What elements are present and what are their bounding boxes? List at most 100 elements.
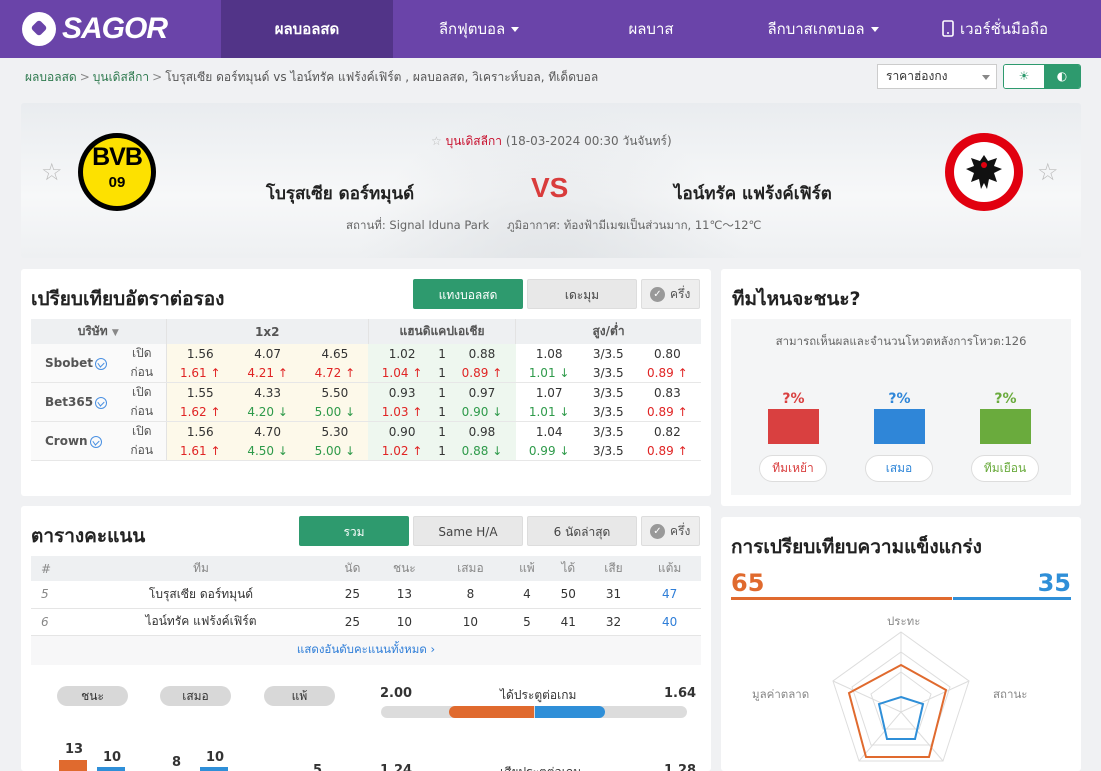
away-team-name[interactable]: ไอน์ทรัค แฟร้งค์เฟิร์ต [674,180,832,207]
tab-last-6[interactable]: 6 นัดล่าสุด [527,516,637,546]
odds-current-value[interactable]: 0.89 ↑ [448,363,516,383]
odds-current-value[interactable]: 4.72 ↑ [301,363,369,383]
odds-current-value[interactable]: 5.00 ↓ [301,441,369,461]
nav-live-scores[interactable]: ผลบอลสด [221,0,393,58]
odds-current-value[interactable]: 1.61 ↑ [166,363,235,383]
standings-cell[interactable]: ไอน์ทรัค แฟร้งค์เฟิร์ต [71,608,331,636]
tab-live-betting[interactable]: แทงบอลสด [413,279,523,309]
odds-open-value[interactable]: 0.97 [448,382,516,402]
odds-current-number: 1.01 [528,404,556,419]
odds-open-value[interactable]: 0.98 [448,421,516,441]
trend-icon[interactable] [95,396,108,409]
odds-current-value[interactable]: 4.20 ↓ [234,402,302,422]
odds-open-value[interactable]: 0.80 [633,344,701,363]
theme-toggle[interactable]: ☀ ◐ [1003,64,1081,89]
odds-current-value[interactable]: 3/3.5 [582,402,634,422]
arrow-down-icon: ↓ [492,404,503,419]
odds-open-value[interactable]: 3/3.5 [582,382,634,402]
vote-away-button[interactable]: ทีมเยือน [971,455,1039,482]
trend-icon[interactable] [94,357,107,370]
odds-current-value[interactable]: 0.90 ↓ [448,402,516,422]
odds-current-value[interactable]: 0.89 ↑ [633,363,701,383]
sagor-logo[interactable]: SAGOR [22,12,168,46]
odds-open-value[interactable]: 1.08 [515,344,583,363]
odds-current-value[interactable]: 1.03 ↑ [368,402,436,422]
show-all-standings-link[interactable]: แสดงอันดับคะแนนทั้งหมด › [31,635,701,665]
odds-open-value[interactable]: 4.65 [301,344,369,363]
favorite-star-icon[interactable]: ☆ [1037,158,1059,186]
odds-open-value[interactable]: 0.90 [368,421,436,441]
odds-current-value[interactable]: 1.61 ↑ [166,441,235,461]
standings-cell[interactable]: โบรุสเซีย ดอร์ทมุนด์ [71,581,331,609]
odds-open-value[interactable]: 0.83 [633,382,701,402]
odds-open-value[interactable]: 1 [435,421,449,441]
home-team-name[interactable]: โบรุสเซีย ดอร์ทมุนด์ [266,180,414,207]
odds-open-value[interactable]: 1 [435,382,449,402]
goals-per-game-label: ได้ประตูต่อเกม [500,688,577,702]
odds-open-value[interactable]: 1.07 [515,382,583,402]
odds-open-value[interactable]: 1.56 [166,344,235,363]
odds-current-value[interactable]: 3/3.5 [582,441,634,461]
match-league[interactable]: บุนเดิสลีกา [446,134,502,148]
odds-company[interactable]: Bet365 [31,382,118,422]
odds-open-value[interactable]: 1.55 [166,382,235,402]
standings-cell: 8 [434,581,506,609]
nav-basketball-leagues[interactable]: ลีกบาสเกตบอล [737,0,909,58]
favorite-star-icon[interactable]: ☆ [41,158,63,186]
odds-current-value[interactable]: 4.21 ↑ [234,363,302,383]
odds-open-value[interactable]: 3/3.5 [582,421,634,441]
odds-current-value[interactable]: 3/3.5 [582,363,634,383]
odds-open-value[interactable]: 1 [435,344,449,363]
odds-open-value[interactable]: 4.07 [234,344,302,363]
odds-current-number: 1.03 [381,404,409,419]
odds-open-value[interactable]: 0.93 [368,382,436,402]
odds-current-value[interactable]: 5.00 ↓ [301,402,369,422]
arrow-down-icon: ↓ [559,365,570,380]
odds-open-value[interactable]: 5.30 [301,421,369,441]
odds-company[interactable]: Crown [31,421,118,461]
odds-current-value[interactable]: 0.89 ↑ [633,402,701,422]
odds-current-value[interactable]: 0.89 ↑ [633,441,701,461]
sun-icon[interactable]: ☀ [1004,65,1044,88]
odds-current-number: 4.50 [247,443,275,458]
odds-open-value[interactable]: 1.04 [515,421,583,441]
odds-current-value[interactable]: 1 [435,402,449,422]
odds-current-value[interactable]: 0.99 ↓ [515,441,583,461]
odds-company[interactable]: Sbobet [31,344,118,383]
odds-open-value[interactable]: 1.56 [166,421,235,441]
odds-current-value[interactable]: 1.01 ↓ [515,402,583,422]
nav-basketball-scores[interactable]: ผลบาส [565,0,737,58]
odds-format-select[interactable]: ราคาฮ่องกง [877,64,997,89]
tab-early-odds[interactable]: เดะมุม [527,279,637,309]
odds-current-value[interactable]: 1.04 ↑ [368,363,436,383]
col-company[interactable]: บริษัท ▼ [31,319,167,344]
odds-current-value[interactable]: 1 [435,363,449,383]
odds-open-value[interactable]: 3/3.5 [582,344,634,363]
trend-icon[interactable] [89,435,102,448]
tab-overall[interactable]: รวม [299,516,409,546]
odds-open-value[interactable]: 0.88 [448,344,516,363]
odds-current-value[interactable]: 1.62 ↑ [166,402,235,422]
odds-open-value[interactable]: 4.70 [234,421,302,441]
odds-open-value[interactable]: 0.82 [633,421,701,441]
moon-icon[interactable]: ◐ [1044,65,1080,88]
odds-current-value[interactable]: 0.88 ↓ [448,441,516,461]
half-toggle[interactable]: ครึ่ง [641,516,700,546]
odds-open-value[interactable]: 1.02 [368,344,436,363]
odds-current-value[interactable]: 1.01 ↓ [515,363,583,383]
nav-mobile-version-label: เวอร์ชั่นมือถือ [959,20,1049,38]
odds-current-value[interactable]: 1.02 ↑ [368,441,436,461]
breadcrumb-home[interactable]: ผลบอลสด [25,70,77,84]
breadcrumb-league[interactable]: บุนเดิสลีกา [93,70,149,84]
odds-open-value[interactable]: 5.50 [301,382,369,402]
odds-open-value[interactable]: 4.33 [234,382,302,402]
vote-draw-button[interactable]: เสมอ [865,455,933,482]
tab-same-home-away[interactable]: Same H/A [413,516,523,546]
nav-mobile-version[interactable]: เวอร์ชั่นมือถือ [909,0,1081,58]
arrow-down-icon: ↓ [492,443,503,458]
odds-current-value[interactable]: 1 [435,441,449,461]
vote-home-button[interactable]: ทีมเหย้า [759,455,827,482]
nav-football-leagues[interactable]: ลีกฟุตบอล [393,0,565,58]
odds-current-value[interactable]: 4.50 ↓ [234,441,302,461]
half-toggle[interactable]: ครึ่ง [641,279,700,309]
